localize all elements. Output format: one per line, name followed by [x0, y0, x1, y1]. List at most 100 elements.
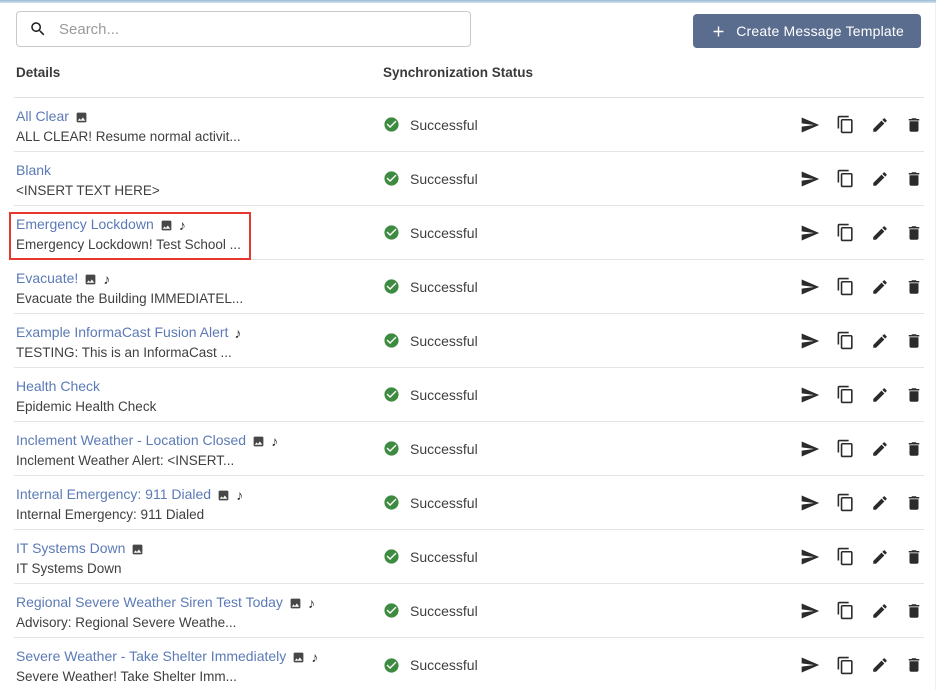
- send-button[interactable]: [800, 331, 820, 351]
- template-name-link[interactable]: Example InformaCast Fusion Alert: [16, 323, 228, 342]
- column-header-details: Details: [16, 65, 61, 80]
- template-name-link[interactable]: All Clear: [16, 107, 69, 126]
- edit-button[interactable]: [871, 656, 889, 674]
- send-button[interactable]: [800, 601, 820, 621]
- send-icon: [801, 495, 820, 510]
- duplicate-button[interactable]: [836, 493, 855, 512]
- row-actions: [764, 476, 924, 529]
- edit-button[interactable]: [871, 548, 889, 566]
- details-cell: Inclement Weather - Location Closed ♪ In…: [14, 422, 383, 475]
- trash-icon: [908, 171, 920, 186]
- status-label: Successful: [410, 386, 478, 403]
- template-name-link[interactable]: Evacuate!: [16, 269, 78, 288]
- row-details-content: Evacuate! ♪ Evacuate the Building IMMEDI…: [9, 266, 253, 314]
- check-circle-icon: [384, 171, 399, 186]
- edit-button[interactable]: [871, 386, 889, 404]
- delete-button[interactable]: [905, 494, 923, 512]
- template-name-link[interactable]: Internal Emergency: 911 Dialed: [16, 485, 211, 504]
- template-name-link[interactable]: Blank: [16, 161, 51, 180]
- row-actions: [764, 206, 924, 259]
- template-title-line: Emergency Lockdown ♪: [16, 215, 241, 234]
- delete-button[interactable]: [905, 386, 923, 404]
- template-description: Inclement Weather Alert: <INSERT...: [16, 453, 235, 468]
- delete-button[interactable]: [905, 548, 923, 566]
- duplicate-button[interactable]: [836, 169, 855, 188]
- send-button[interactable]: [800, 385, 820, 405]
- edit-button[interactable]: [871, 116, 889, 134]
- details-cell: Example InformaCast Fusion Alert ♪ TESTI…: [14, 314, 383, 367]
- duplicate-button[interactable]: [836, 385, 855, 404]
- duplicate-button[interactable]: [836, 331, 855, 350]
- template-name-link[interactable]: Inclement Weather - Location Closed: [16, 431, 246, 450]
- delete-button[interactable]: [905, 116, 923, 134]
- row-details-content: IT Systems Down ♪ IT Systems Down: [9, 536, 154, 584]
- table-row: Emergency Lockdown ♪ Emergency Lockdown!…: [9, 206, 924, 260]
- template-title-line: IT Systems Down ♪: [16, 539, 144, 558]
- send-button[interactable]: [800, 169, 820, 189]
- image-attachment-icon: [131, 543, 144, 556]
- edit-button[interactable]: [871, 494, 889, 512]
- search-input[interactable]: [16, 11, 471, 47]
- delete-button[interactable]: [905, 224, 923, 242]
- send-button[interactable]: [800, 655, 820, 675]
- duplicate-button[interactable]: [836, 656, 855, 675]
- duplicate-button[interactable]: [836, 547, 855, 566]
- delete-button[interactable]: [905, 440, 923, 458]
- duplicate-button[interactable]: [836, 601, 855, 620]
- send-button[interactable]: [800, 115, 820, 135]
- delete-button[interactable]: [905, 656, 923, 674]
- template-title-line: Regional Severe Weather Siren Test Today…: [16, 593, 315, 612]
- duplicate-button[interactable]: [836, 277, 855, 296]
- send-button[interactable]: [800, 547, 820, 567]
- table-row: Blank ♪ <INSERT TEXT HERE> Successful: [14, 152, 924, 206]
- message-templates-page: Create Message Template Details Synchron…: [0, 3, 936, 690]
- table-row: Severe Weather - Take Shelter Immediatel…: [14, 638, 924, 690]
- pencil-icon: [873, 603, 887, 618]
- send-icon: [801, 603, 820, 618]
- check-circle-icon: [384, 117, 399, 132]
- template-title-line: Health Check ♪: [16, 377, 156, 396]
- copy-icon: [837, 385, 853, 404]
- duplicate-button[interactable]: [836, 439, 855, 458]
- image-attachment-icon: [84, 273, 97, 286]
- template-name-link[interactable]: Regional Severe Weather Siren Test Today: [16, 593, 283, 612]
- row-details-content: Health Check ♪ Epidemic Health Check: [9, 374, 166, 422]
- status-label: Successful: [410, 116, 478, 133]
- sync-status-cell: Successful: [383, 422, 764, 475]
- pencil-icon: [873, 117, 887, 132]
- check-circle-icon: [384, 549, 399, 564]
- template-name-link[interactable]: Severe Weather - Take Shelter Immediatel…: [16, 647, 286, 666]
- edit-button[interactable]: [871, 224, 889, 242]
- create-message-template-button[interactable]: Create Message Template: [693, 14, 921, 48]
- send-button[interactable]: [800, 493, 820, 513]
- template-name-link[interactable]: Emergency Lockdown: [16, 215, 154, 234]
- delete-button[interactable]: [905, 278, 923, 296]
- delete-button[interactable]: [905, 602, 923, 620]
- edit-button[interactable]: [871, 278, 889, 296]
- sync-status-cell: Successful: [383, 476, 764, 529]
- delete-button[interactable]: [905, 332, 923, 350]
- copy-icon: [837, 439, 853, 458]
- template-description: Advisory: Regional Severe Weathe...: [16, 615, 237, 630]
- row-actions: [764, 314, 924, 367]
- edit-button[interactable]: [871, 440, 889, 458]
- trash-icon: [908, 333, 920, 348]
- copy-icon: [837, 493, 853, 512]
- trash-icon: [908, 441, 920, 456]
- send-button[interactable]: [800, 439, 820, 459]
- duplicate-button[interactable]: [836, 115, 855, 134]
- details-cell: Severe Weather - Take Shelter Immediatel…: [14, 638, 383, 690]
- template-name-link[interactable]: IT Systems Down: [16, 539, 125, 558]
- edit-button[interactable]: [871, 170, 889, 188]
- duplicate-button[interactable]: [836, 223, 855, 242]
- edit-button[interactable]: [871, 602, 889, 620]
- status-label: Successful: [410, 602, 478, 619]
- details-cell: Regional Severe Weather Siren Test Today…: [14, 584, 383, 637]
- send-button[interactable]: [800, 223, 820, 243]
- send-button[interactable]: [800, 277, 820, 297]
- template-name-link[interactable]: Health Check: [16, 377, 100, 396]
- table-row: Regional Severe Weather Siren Test Today…: [14, 584, 924, 638]
- row-details-content: Regional Severe Weather Siren Test Today…: [9, 590, 325, 638]
- delete-button[interactable]: [905, 170, 923, 188]
- edit-button[interactable]: [871, 332, 889, 350]
